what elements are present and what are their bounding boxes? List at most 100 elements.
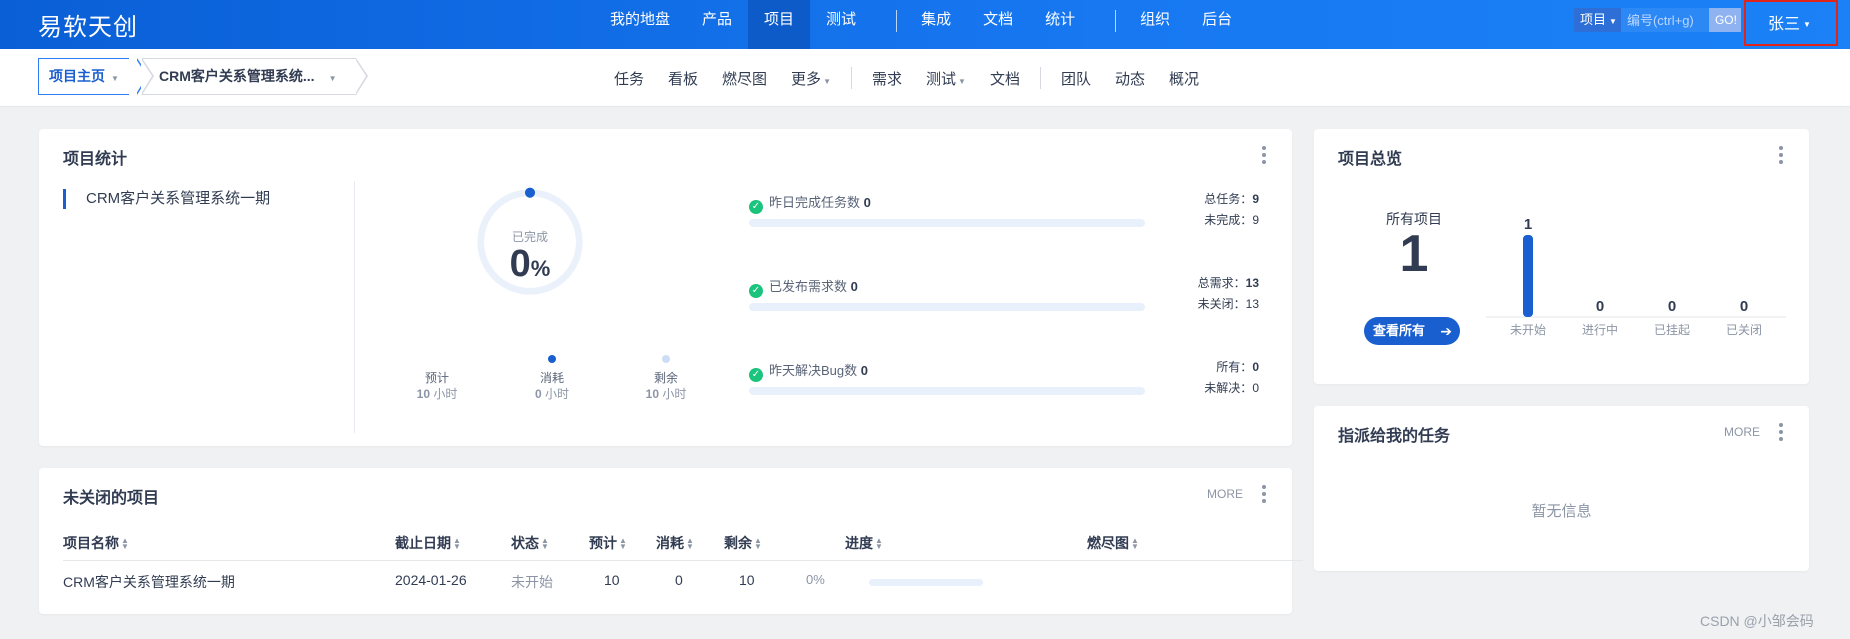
subnav-dynamic[interactable]: 动态	[1103, 68, 1157, 89]
column-header-estimate[interactable]: 预计 ▲ ▼	[589, 533, 627, 553]
search-go-button[interactable]: GO!	[1708, 8, 1741, 32]
column-header-left[interactable]: 剩余 ▲ ▼	[724, 533, 762, 553]
summary-value: 9	[1252, 192, 1259, 206]
column-header-progress[interactable]: 进度 ▲ ▼	[845, 533, 883, 553]
nav-statistics[interactable]: 统计	[1029, 0, 1091, 49]
column-label: 状态	[511, 535, 539, 551]
search-type-select[interactable]: 项目 ▼	[1574, 8, 1621, 32]
app-logo[interactable]: 易软天创	[38, 7, 138, 42]
summary-value: 13	[1245, 297, 1259, 311]
more-vertical-icon[interactable]	[1779, 423, 1783, 444]
sort-icon: ▲ ▼	[453, 536, 461, 552]
subnav-task[interactable]: 任务	[602, 68, 656, 89]
column-label: 剩余	[724, 535, 752, 551]
summary-label: 所有：	[1216, 360, 1253, 374]
nav-my-dashboard[interactable]: 我的地盘	[594, 0, 686, 49]
card-title: 指派给我的任务	[1338, 428, 1451, 445]
nav-product[interactable]: 产品	[686, 0, 748, 49]
metric-label: 昨日完成任务数	[769, 195, 861, 210]
subnav-kanban[interactable]: 看板	[656, 68, 710, 89]
column-header-consumed[interactable]: 消耗 ▲ ▼	[656, 533, 694, 553]
nav-organization[interactable]: 组织	[1140, 0, 1186, 49]
column-header-name[interactable]: 项目名称 ▲ ▼	[63, 533, 129, 553]
donut-progress-dot	[524, 187, 536, 198]
more-link[interactable]: MORE	[1724, 425, 1760, 439]
user-menu[interactable]: 张三 ▼	[1768, 10, 1811, 34]
sort-icon: ▲ ▼	[619, 536, 627, 552]
nav-test[interactable]: 测试	[810, 0, 872, 49]
more-vertical-icon[interactable]	[1262, 146, 1266, 167]
subnav-more[interactable]: 更多 ▼	[779, 68, 843, 89]
watermark: CSDN @小邹会码	[1700, 613, 1814, 629]
subnav-story[interactable]: 需求	[860, 68, 914, 89]
sort-icon: ▲ ▼	[541, 536, 549, 552]
more-vertical-icon[interactable]	[1779, 146, 1783, 167]
user-menu-highlight: 张三 ▼	[1744, 0, 1838, 46]
nav-doc[interactable]: 文档	[967, 0, 1029, 49]
column-label: 燃尽图	[1087, 535, 1129, 551]
chevron-down-icon: ▼	[958, 76, 966, 86]
stats-project-name[interactable]: CRM客户关系管理系统一期	[63, 189, 270, 209]
more-link[interactable]: MORE	[1207, 487, 1243, 501]
column-label: 项目名称	[63, 535, 119, 551]
hours-number: 0	[534, 387, 542, 401]
cell-project-name[interactable]: CRM客户关系管理系统一期	[63, 572, 235, 592]
metric-label: 已发布需求数	[769, 279, 848, 294]
divider	[354, 181, 355, 433]
cell-consumed: 0	[675, 572, 683, 588]
nav-admin[interactable]: 后台	[1186, 0, 1248, 49]
subnav-divider	[1039, 67, 1041, 89]
hours-number: 10	[645, 387, 659, 401]
top-navbar: 易软天创 我的地盘 产品 项目 测试 集成 文档 统计 组织 后台 项目▼ GO…	[0, 0, 1850, 49]
cell-left: 10	[739, 572, 755, 588]
search-input[interactable]	[1620, 8, 1709, 32]
column-header-burndown[interactable]: 燃尽图 ▲ ▼	[1087, 533, 1139, 553]
hours-label: 预计	[424, 371, 449, 385]
summary-value: 0	[1252, 381, 1259, 395]
sort-icon: ▲ ▼	[875, 536, 883, 552]
status-bar-chart: 1 未开始 0 进行中 0 已挂起 0 已关闭	[1486, 216, 1786, 337]
donut-unit: %	[530, 256, 551, 281]
hours-unit: 小时	[662, 387, 687, 401]
chevron-down-icon: ▼	[1609, 17, 1617, 26]
search-type-label: 项目	[1580, 12, 1607, 27]
sort-icon: ▲ ▼	[1131, 536, 1139, 552]
breadcrumb-project-label: CRM客户关系管理系统...	[159, 68, 315, 84]
more-vertical-icon[interactable]	[1262, 485, 1266, 506]
metric-summary-row: 未解决：0	[1204, 378, 1259, 399]
main-nav: 我的地盘 产品 项目 测试 集成 文档 统计 组织 后台	[594, 0, 1248, 49]
subnav-doc[interactable]: 文档	[978, 68, 1032, 89]
breadcrumb-project-home[interactable]: 项目主页 ▼	[38, 58, 129, 95]
metric-tasks: ✓ 昨日完成任务数 0 总任务：9 未完成：9	[749, 192, 1259, 227]
breadcrumb-project-switcher[interactable]: CRM客户关系管理系统... ▼	[142, 58, 356, 95]
subnav-test[interactable]: 测试 ▼	[914, 68, 978, 89]
bar-category-label: 已关闭	[1726, 323, 1762, 337]
project-subnav-bar: 项目主页 ▼ CRM客户关系管理系统... ▼ 任务 看板 燃尽图 更多 ▼ 需求 测…	[0, 49, 1850, 107]
metric-summary-row: 未完成：9	[1204, 210, 1259, 231]
column-header-status[interactable]: 状态 ▲ ▼	[511, 533, 549, 553]
column-header-deadline[interactable]: 截止日期 ▲ ▼	[395, 533, 461, 553]
metric-head: ✓ 已发布需求数 0	[749, 279, 1259, 298]
card-title: 未关闭的项目	[63, 490, 160, 507]
metric-value: 0	[850, 279, 858, 294]
user-name: 张三	[1768, 16, 1801, 33]
view-all-button[interactable]: 查看所有 ➔	[1364, 317, 1460, 345]
cell-deadline: 2024-01-26	[395, 572, 467, 588]
nav-integration[interactable]: 集成	[921, 0, 967, 49]
metric-summary-row: 总任务：9	[1204, 189, 1259, 210]
summary-value: 13	[1245, 276, 1259, 290]
summary-value: 9	[1252, 213, 1259, 227]
cell-progress: 0%	[806, 572, 825, 587]
status-bar	[1523, 235, 1533, 317]
metric-progress-bar	[749, 303, 1145, 311]
check-circle-icon: ✓	[749, 284, 763, 298]
subnav-team[interactable]: 团队	[1049, 68, 1103, 89]
subnav-more-label: 更多	[791, 70, 822, 88]
check-circle-icon: ✓	[749, 200, 763, 214]
hours-number: 10	[416, 387, 430, 401]
hours-unit: 小时	[545, 387, 570, 401]
subnav-burndown[interactable]: 燃尽图	[710, 68, 779, 89]
summary-value: 0	[1252, 360, 1259, 374]
nav-project[interactable]: 项目	[748, 0, 811, 49]
subnav-overview[interactable]: 概况	[1157, 68, 1211, 89]
